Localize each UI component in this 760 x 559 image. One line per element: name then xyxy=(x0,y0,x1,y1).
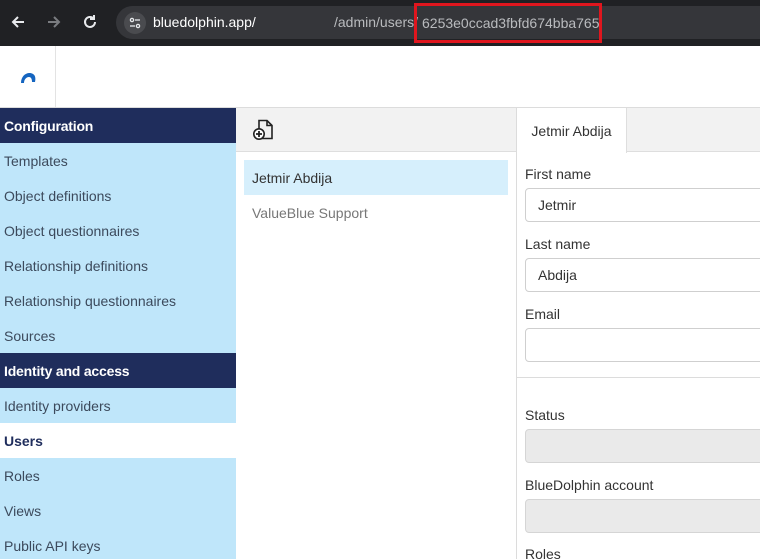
list-toolbar xyxy=(236,108,516,152)
arrow-left-icon xyxy=(11,16,24,28)
add-user-button[interactable] xyxy=(252,118,276,142)
url-id-highlight: 6253e0ccad3fbfd674bba765 xyxy=(414,3,602,43)
bluedolphin-logo-icon xyxy=(20,72,35,83)
sidebar-item-roles[interactable]: Roles xyxy=(0,458,236,493)
first-name-field[interactable]: Jetmir xyxy=(525,188,760,222)
sidebar-item-object-definitions[interactable]: Object definitions xyxy=(0,178,236,213)
last-name-field[interactable]: Abdija xyxy=(525,258,760,292)
app-logo[interactable] xyxy=(0,46,56,107)
sidebar-item-views[interactable]: Views xyxy=(0,493,236,528)
url-domain: bluedolphin.app/ xyxy=(153,14,256,30)
tab-user[interactable]: Jetmir Abdija xyxy=(517,108,627,153)
status-field xyxy=(525,429,760,463)
browser-toolbar: bluedolphin.app/ /admin/users/ 6253e0cca… xyxy=(0,0,760,46)
site-settings-icon[interactable] xyxy=(124,12,146,34)
arrow-right-icon xyxy=(48,16,61,28)
url-record-id: 6253e0ccad3fbfd674bba765 xyxy=(422,15,600,31)
detail-tabbar: Jetmir Abdija xyxy=(517,108,760,153)
first-name-label: First name xyxy=(525,166,592,182)
add-document-icon xyxy=(253,119,273,140)
sidebar-item-templates[interactable]: Templates xyxy=(0,143,236,178)
sidebar-heading-configuration: Configuration xyxy=(0,108,236,143)
sidebar-item-relationship-definitions[interactable]: Relationship definitions xyxy=(0,248,236,283)
sidebar-item-public-api-keys[interactable]: Public API keys xyxy=(0,528,236,559)
sidebar-item-identity-providers[interactable]: Identity providers xyxy=(0,388,236,423)
app-header xyxy=(0,46,760,108)
section-divider xyxy=(517,377,760,378)
email-field[interactable] xyxy=(525,328,760,362)
reload-button[interactable] xyxy=(75,7,105,37)
reload-icon xyxy=(84,15,96,28)
sidebar-item-object-questionnaires[interactable]: Object questionnaires xyxy=(0,213,236,248)
sidebar-item-sources[interactable]: Sources xyxy=(0,318,236,353)
bluedolphin-account-label: BlueDolphin account xyxy=(525,477,654,493)
sidebar-item-users[interactable]: Users xyxy=(0,423,236,458)
back-button[interactable] xyxy=(3,7,33,37)
last-name-label: Last name xyxy=(525,236,591,252)
roles-label: Roles xyxy=(525,546,561,559)
sidebar-item-relationship-questionnaires[interactable]: Relationship questionnaires xyxy=(0,283,236,318)
bluedolphin-account-field xyxy=(525,499,760,533)
users-list-panel: Jetmir Abdija ValueBlue Support xyxy=(236,108,517,559)
sidebar-heading-identity-and-access: Identity and access xyxy=(0,353,236,388)
status-label: Status xyxy=(525,407,565,423)
user-detail-panel: Jetmir Abdija First name Jetmir Last nam… xyxy=(517,108,760,559)
forward-button[interactable] xyxy=(39,7,69,37)
user-list-item[interactable]: Jetmir Abdija xyxy=(244,160,508,195)
email-label: Email xyxy=(525,306,561,322)
url-path: /admin/users/ xyxy=(334,14,419,30)
admin-sidebar: Configuration Templates Object definitio… xyxy=(0,108,236,559)
user-list-item[interactable]: ValueBlue Support xyxy=(244,195,508,230)
